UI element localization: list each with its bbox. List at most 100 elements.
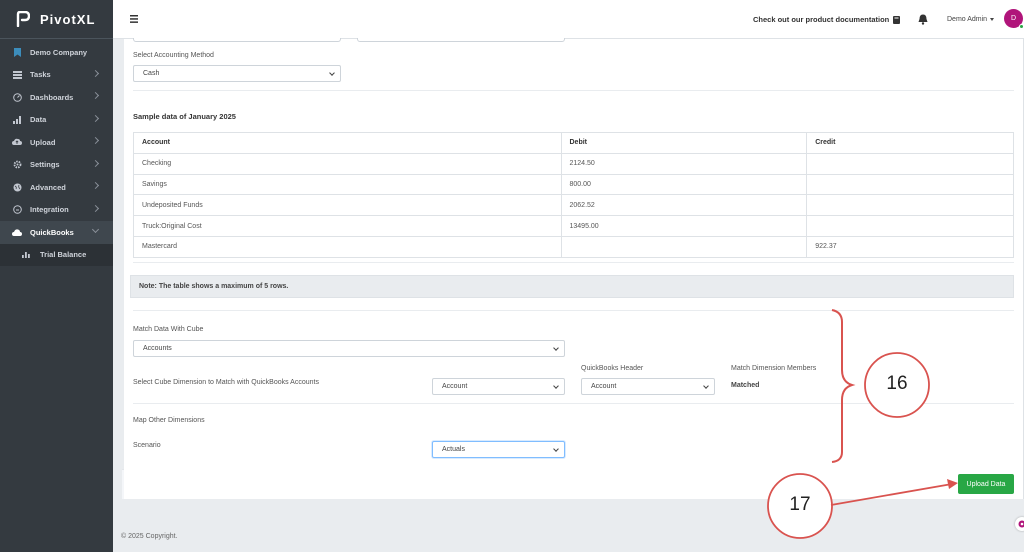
menu-toggle-icon[interactable] <box>130 15 138 23</box>
match-status: Matched <box>731 382 760 389</box>
sidebar-item-label: QuickBooks <box>30 227 74 237</box>
dashboard-icon <box>12 92 22 102</box>
previous-field-stub[interactable] <box>357 38 565 42</box>
table-cell: 922.37 <box>806 235 1014 258</box>
sidebar-item-company[interactable]: Demo Company <box>0 41 113 64</box>
sidebar-item-upload[interactable]: Upload <box>0 131 113 154</box>
sample-data-title: Sample data of January 2025 <box>133 112 236 121</box>
quickbooks-header-label: QuickBooks Header <box>581 365 644 372</box>
table-cell: Truck:Original Cost <box>133 215 562 237</box>
table-cell: Mastercard <box>133 235 562 258</box>
pivotxl-logo-icon <box>16 11 30 27</box>
sidebar-item-tasks[interactable]: Tasks <box>0 64 113 87</box>
chevron-right-icon <box>91 159 100 167</box>
previous-field-stub[interactable] <box>133 38 341 42</box>
bar-chart-icon <box>22 251 32 259</box>
sidebar-item-advanced[interactable]: Advanced <box>0 176 113 199</box>
sidebar-subitem-trial-balance[interactable]: Trial Balance <box>0 243 113 266</box>
sample-data-table: Account Debit Credit Checking 2124.50 Sa… <box>133 132 1014 258</box>
sidebar-item-label: Trial Balance <box>40 250 87 260</box>
quickbooks-header-select[interactable]: Account <box>581 378 715 395</box>
copyright: © 2025 Copyright. <box>121 533 178 540</box>
chevron-down-icon <box>553 383 559 389</box>
match-cube-label: Match Data With Cube <box>133 326 204 333</box>
plug-icon <box>12 205 22 215</box>
documentation-link-text: Check out our product documentation <box>753 15 890 24</box>
cloud-upload-icon <box>12 137 22 147</box>
online-status-dot <box>1019 24 1024 29</box>
chevron-right-icon <box>91 114 100 122</box>
map-other-dimensions-label: Map Other Dimensions <box>133 417 205 424</box>
user-menu[interactable]: Demo Admin <box>947 16 995 23</box>
table-cell: 800.00 <box>560 173 808 196</box>
table-cell: 2062.52 <box>560 194 808 217</box>
match-cube-select[interactable]: Accounts <box>133 340 565 357</box>
table-header-row: Account Debit Credit <box>133 132 1014 154</box>
sidebar-item-label: Demo Company <box>30 47 88 57</box>
sidebar-item-label: Settings <box>30 160 60 170</box>
globe-icon <box>12 182 22 192</box>
divider <box>133 403 1014 404</box>
accounting-method-label: Select Accounting Method <box>133 52 214 59</box>
chevron-down-icon <box>553 446 559 452</box>
table-header: Credit <box>806 132 1014 154</box>
divider <box>133 90 1014 91</box>
table-cell <box>806 152 1014 175</box>
scenario-select[interactable]: Actuals <box>432 441 565 458</box>
sidebar-item-settings[interactable]: Settings <box>0 154 113 177</box>
match-cube-value: Accounts <box>143 345 172 352</box>
user-name: Demo Admin <box>947 16 988 23</box>
cube-dimension-value: Account <box>442 383 468 390</box>
brand[interactable]: PivotXL <box>0 0 113 39</box>
bookmark-icon <box>12 47 22 57</box>
chat-widget-icon[interactable] <box>1015 517 1024 531</box>
cube-dimension-select[interactable]: Account <box>432 378 565 395</box>
documentation-link[interactable]: Check out our product documentation <box>753 15 901 24</box>
chevron-down-icon <box>329 70 335 76</box>
sidebar-item-label: Dashboards <box>30 92 74 102</box>
caret-down-icon <box>990 18 995 21</box>
divider <box>133 262 1014 263</box>
brand-name: PivotXL <box>40 11 96 27</box>
sidebar-item-dashboards[interactable]: Dashboards <box>0 86 113 109</box>
table-cell <box>806 173 1014 196</box>
accounting-method-value: Cash <box>143 70 160 77</box>
chevron-down-icon <box>553 345 559 351</box>
table-row: Checking 2124.50 <box>133 152 1014 175</box>
table-note: Note: The table shows a maximum of 5 row… <box>130 275 1014 298</box>
chevron-right-icon <box>91 91 100 100</box>
table-row: Savings 800.00 <box>133 173 1014 196</box>
sidebar-item-label: Data <box>30 115 47 125</box>
sidebar-item-label: Integration <box>30 205 69 215</box>
sidebar-item-integration[interactable]: Integration <box>0 199 113 222</box>
book-icon <box>893 15 901 24</box>
table-row: Mastercard 922.37 <box>133 235 1014 258</box>
scenario-value: Actuals <box>442 446 465 453</box>
divider <box>133 310 1014 311</box>
sidebar-item-quickbooks[interactable]: QuickBooks <box>0 221 113 244</box>
gear-icon <box>12 160 22 170</box>
table-header: Account <box>133 132 562 154</box>
chevron-right-icon <box>91 181 100 190</box>
chevron-right-icon <box>91 204 100 212</box>
bell-icon[interactable] <box>918 14 928 25</box>
match-dimension-members-label: Match Dimension Members <box>731 365 817 372</box>
quickbooks-upload-card: Select Accounting Method Cash Sample dat… <box>124 38 1024 499</box>
sidebar-item-label: Upload <box>30 137 56 147</box>
cloud-icon <box>12 227 22 237</box>
accounting-method-select[interactable]: Cash <box>133 65 341 82</box>
tasks-icon <box>12 70 22 80</box>
quickbooks-header-value: Account <box>591 383 617 390</box>
chevron-right-icon <box>91 69 100 77</box>
table-cell: Checking <box>133 152 562 175</box>
sidebar-item-data[interactable]: Data <box>0 109 113 132</box>
table-cell <box>806 215 1014 237</box>
table-cell: Undeposited Funds <box>133 194 562 217</box>
sidebar-item-label: Advanced <box>30 182 66 192</box>
upload-data-button[interactable]: Upload Data <box>958 474 1014 494</box>
top-navbar: Check out our product documentation Demo… <box>113 0 1024 39</box>
chevron-right-icon <box>91 136 100 145</box>
chevron-down-icon <box>91 225 100 234</box>
table-row: Truck:Original Cost 13495.00 <box>133 215 1014 237</box>
sidebar-item-label: Tasks <box>30 70 51 80</box>
